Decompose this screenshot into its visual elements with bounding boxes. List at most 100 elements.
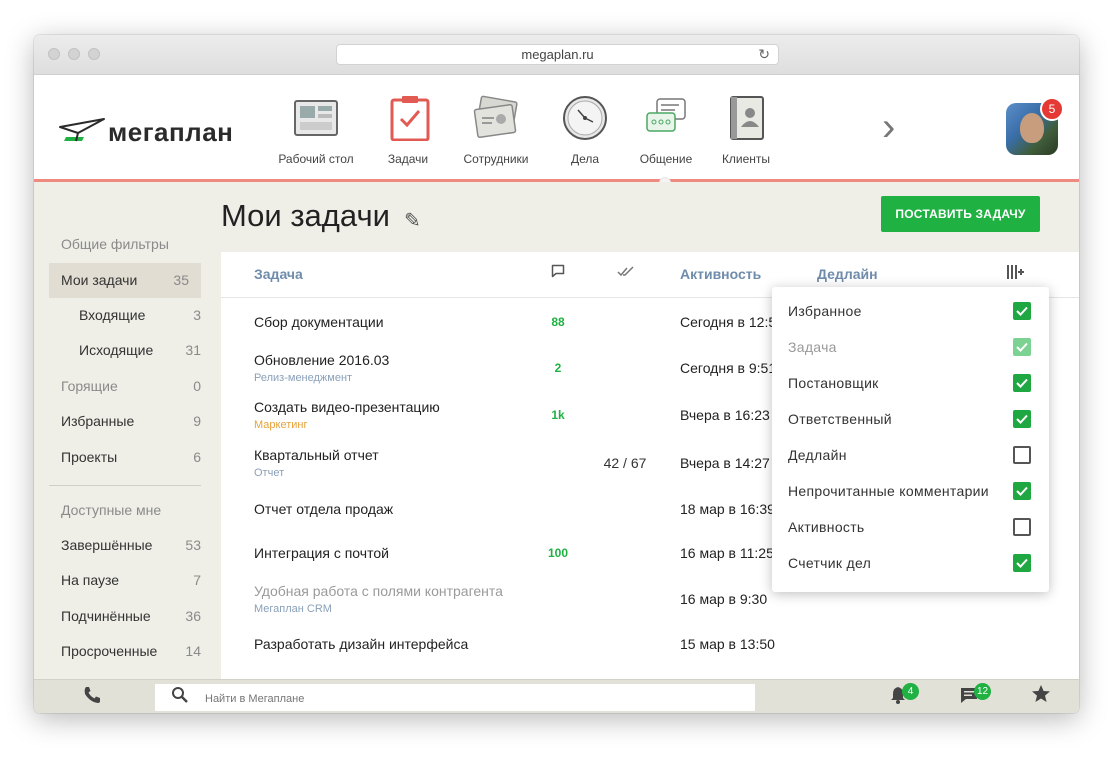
nav-desktop[interactable]: Рабочий стол bbox=[278, 95, 354, 166]
search-icon[interactable] bbox=[171, 686, 189, 709]
nav-deals-label: Дела bbox=[570, 152, 600, 166]
double-check-icon[interactable] bbox=[617, 265, 635, 281]
task-project[interactable]: Маркетинг bbox=[254, 419, 307, 431]
menu-item-label: Избранное bbox=[788, 303, 862, 319]
checkbox-checked[interactable] bbox=[1013, 302, 1031, 320]
sidebar-item-label: Избранные bbox=[61, 413, 135, 429]
pencil-icon[interactable]: ✎ bbox=[404, 208, 421, 233]
sidebar-item-count: 0 bbox=[193, 378, 201, 394]
sidebar-item-burning[interactable]: Горящие 0 bbox=[49, 369, 201, 404]
comment-icon[interactable] bbox=[551, 264, 565, 281]
nav-tasks[interactable]: Задачи bbox=[387, 95, 430, 166]
minimize-window-button[interactable] bbox=[68, 48, 80, 60]
sidebar-item-count: 3 bbox=[193, 307, 201, 323]
column-activity[interactable]: Активность bbox=[680, 266, 761, 282]
clipboard-icon bbox=[387, 95, 433, 142]
nav-desktop-label: Рабочий стол bbox=[278, 152, 354, 166]
address-bar[interactable]: megaplan.ru ↻ bbox=[336, 44, 779, 65]
task-title[interactable]: Разработать дизайн интерфейса bbox=[254, 636, 468, 652]
comments-count: 2 bbox=[554, 361, 562, 375]
column-deadline[interactable]: Дедлайн bbox=[817, 266, 878, 282]
activity-date: Сегодня в 12:5 bbox=[680, 314, 777, 330]
checkbox-unchecked[interactable] bbox=[1013, 518, 1031, 536]
menu-item-deadline[interactable]: Дедлайн bbox=[772, 438, 1049, 474]
nav-clients[interactable]: Клиенты bbox=[720, 95, 772, 166]
phone-icon[interactable] bbox=[82, 685, 102, 710]
menu-item-unread-comments[interactable]: Непрочитанные комментарии bbox=[772, 474, 1049, 510]
checkbox-checked[interactable] bbox=[1013, 554, 1031, 572]
column-settings-icon[interactable] bbox=[1006, 264, 1024, 283]
star-icon[interactable] bbox=[1031, 684, 1051, 710]
sidebar-item-incoming[interactable]: Входящие 3 bbox=[49, 298, 201, 333]
sidebar-item-overdue[interactable]: Просроченные 14 bbox=[49, 634, 201, 669]
checkbox-checked[interactable] bbox=[1013, 410, 1031, 428]
column-task[interactable]: Задача bbox=[254, 266, 303, 282]
sidebar-item-count: 36 bbox=[185, 608, 201, 624]
sidebar-item-projects[interactable]: Проекты 6 bbox=[49, 440, 201, 475]
menu-item-label: Задача bbox=[788, 339, 837, 355]
sidebar-item-count: 31 bbox=[185, 342, 201, 358]
checkbox-checked[interactable] bbox=[1013, 482, 1031, 500]
notifications-badge: 4 bbox=[902, 683, 919, 700]
menu-item-label: Постановщик bbox=[788, 375, 879, 391]
sidebar-divider bbox=[49, 485, 201, 486]
chevron-right-icon[interactable]: › bbox=[882, 107, 895, 147]
megaplan-logo[interactable]: мегаплан bbox=[58, 115, 233, 147]
task-project[interactable]: Релиз-менеджмент bbox=[254, 372, 352, 384]
sidebar-item-count: 9 bbox=[193, 413, 201, 429]
sidebar-item-my-tasks[interactable]: Мои задачи 35 bbox=[49, 263, 201, 298]
task-project[interactable]: Мегаплан CRM bbox=[254, 603, 332, 615]
sidebar-item-completed[interactable]: Завершённые 53 bbox=[49, 528, 201, 563]
task-title[interactable]: Квартальный отчет bbox=[254, 447, 379, 463]
menu-item-task[interactable]: Задача bbox=[772, 330, 1049, 366]
task-title[interactable]: Создать видео-презентацию bbox=[254, 399, 440, 415]
sidebar-item-label: Входящие bbox=[79, 307, 146, 323]
sidebar-item-favorites[interactable]: Избранные 9 bbox=[49, 404, 201, 439]
id-cards-icon bbox=[473, 95, 519, 141]
nav-clients-label: Клиенты bbox=[721, 152, 771, 166]
table-row[interactable]: Разработать дизайн интерфейса 15 мар в 1… bbox=[221, 622, 1079, 666]
checkbox-checked[interactable] bbox=[1013, 374, 1031, 392]
menu-item-activity[interactable]: Активность bbox=[772, 510, 1049, 546]
sidebar-item-outgoing[interactable]: Исходящие 31 bbox=[49, 333, 201, 368]
task-title[interactable]: Удобная работа с полями контрагента bbox=[254, 583, 503, 599]
sidebar-item-count: 53 bbox=[185, 537, 201, 553]
nav-employees[interactable]: Сотрудники bbox=[462, 95, 530, 166]
sidebar-item-subordinates[interactable]: Подчинённые 36 bbox=[49, 599, 201, 634]
menu-item-label: Активность bbox=[788, 519, 865, 535]
menu-item-label: Дедлайн bbox=[788, 447, 847, 463]
nav-communication[interactable]: Общение bbox=[638, 95, 694, 166]
app-header: мегаплан Рабочий стол Задачи Сотрудники … bbox=[34, 75, 1079, 189]
nav-employees-label: Сотрудники bbox=[463, 152, 529, 166]
sidebar-item-label: Просроченные bbox=[61, 643, 158, 659]
user-avatar[interactable]: 5 bbox=[1006, 97, 1064, 155]
close-window-button[interactable] bbox=[48, 48, 60, 60]
available-filters-heading: Доступные мне bbox=[61, 502, 162, 518]
maximize-window-button[interactable] bbox=[88, 48, 100, 60]
url-text: megaplan.ru bbox=[521, 47, 594, 62]
clock-icon bbox=[562, 95, 608, 141]
task-title[interactable]: Обновление 2016.03 bbox=[254, 352, 389, 368]
menu-item-author[interactable]: Постановщик bbox=[772, 366, 1049, 402]
menu-item-favorite[interactable]: Избранное bbox=[772, 294, 1049, 330]
task-title[interactable]: Сбор документации bbox=[254, 314, 384, 330]
sidebar-item-label: Исходящие bbox=[79, 342, 154, 358]
sidebar-item-label: Мои задачи bbox=[61, 272, 138, 288]
sidebar-item-label: На паузе bbox=[61, 572, 120, 588]
logo-plane-icon bbox=[59, 118, 105, 142]
menu-item-responsible[interactable]: Ответственный bbox=[772, 402, 1049, 438]
reload-icon[interactable]: ↻ bbox=[758, 45, 770, 64]
sidebar-item-paused[interactable]: На паузе 7 bbox=[49, 563, 201, 598]
menu-item-todo-counter[interactable]: Счетчик дел bbox=[772, 546, 1049, 582]
task-title[interactable]: Интеграция с почтой bbox=[254, 545, 389, 561]
task-title[interactable]: Отчет отдела продаж bbox=[254, 501, 393, 517]
activity-date: 16 мар в 11:25 bbox=[680, 545, 774, 561]
task-project[interactable]: Отчет bbox=[254, 467, 284, 479]
menu-item-label: Ответственный bbox=[788, 411, 892, 427]
checkbox-checked-disabled bbox=[1013, 338, 1031, 356]
add-task-button[interactable]: ПОСТАВИТЬ ЗАДАЧУ bbox=[881, 196, 1040, 232]
address-book-icon bbox=[723, 95, 769, 141]
nav-deals[interactable]: Дела bbox=[562, 95, 608, 166]
checkbox-unchecked[interactable] bbox=[1013, 446, 1031, 464]
search-input[interactable] bbox=[203, 688, 747, 709]
